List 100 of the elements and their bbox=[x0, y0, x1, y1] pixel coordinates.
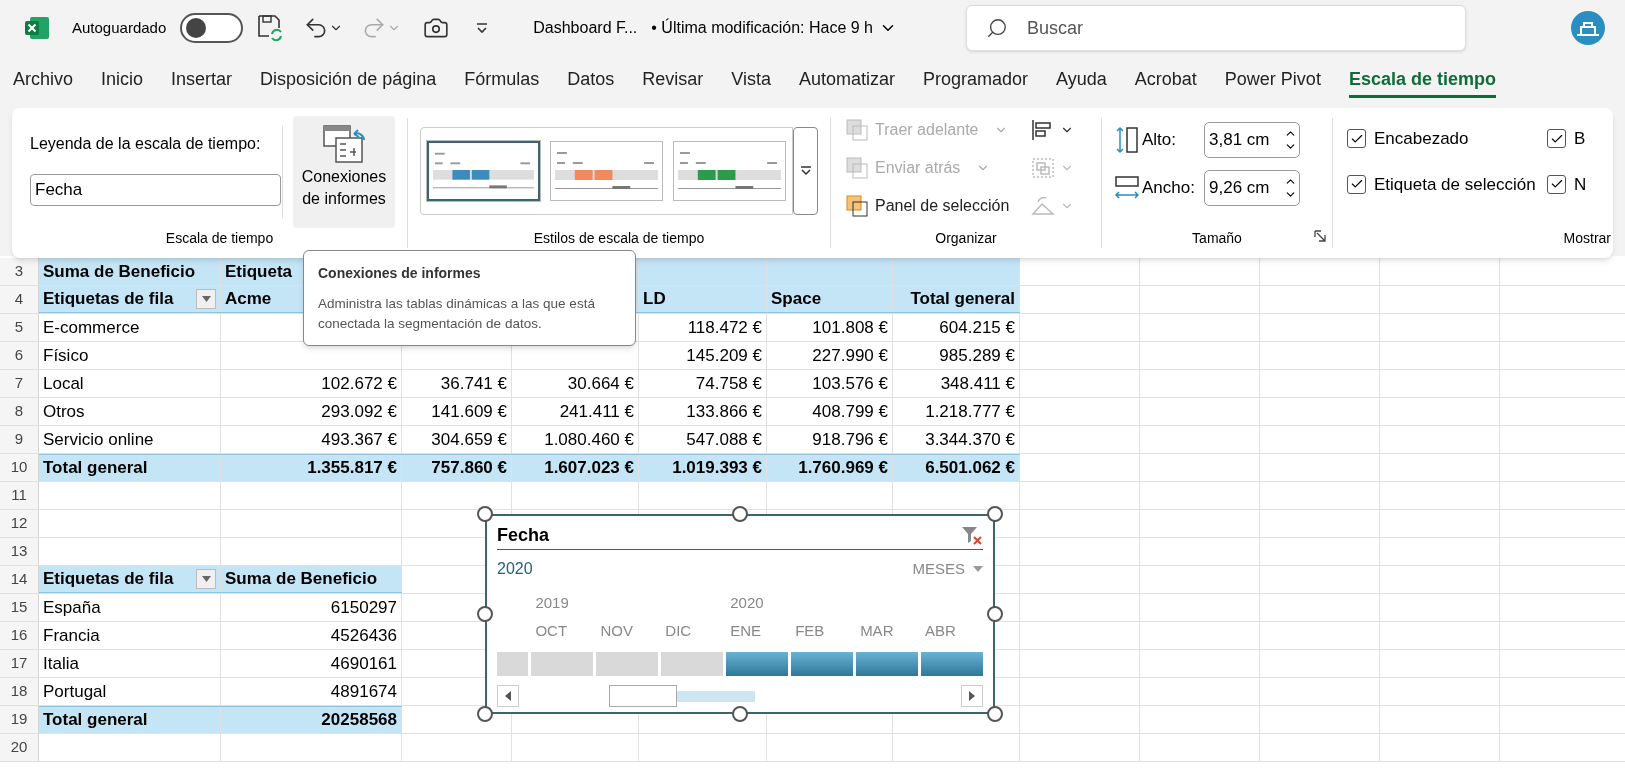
scroll-thumb[interactable] bbox=[609, 685, 677, 707]
filter-dropdown-button[interactable] bbox=[196, 289, 216, 309]
ribbon-tab[interactable]: Ayuda bbox=[1056, 66, 1107, 98]
avatar-icon[interactable] bbox=[1571, 11, 1605, 45]
row-number: 18 bbox=[10, 681, 28, 702]
show-option-checkbox[interactable]: Etiqueta de selección bbox=[1347, 171, 1547, 197]
ribbon-tab[interactable]: Automatizar bbox=[799, 66, 896, 98]
year-label: 2019 bbox=[535, 593, 569, 613]
time-level-dropdown[interactable]: MESES bbox=[912, 557, 983, 581]
show-option-checkbox[interactable]: N bbox=[1547, 171, 1613, 197]
resize-handle[interactable] bbox=[732, 706, 748, 722]
search-icon bbox=[986, 17, 1008, 39]
row-number: 7 bbox=[14, 373, 24, 394]
size-spin-field[interactable]: 9,26 cm bbox=[1204, 170, 1300, 206]
month-label: FEB bbox=[795, 620, 825, 641]
gallery-more-button[interactable] bbox=[793, 127, 818, 215]
height-icon bbox=[1114, 125, 1140, 155]
table-cell-text: Italia bbox=[43, 652, 79, 675]
header-cell-text: Acme bbox=[225, 288, 272, 311]
ribbon-tab[interactable]: Archivo bbox=[13, 66, 74, 98]
row-number: 16 bbox=[10, 625, 28, 646]
document-title[interactable]: Dashboard F... bbox=[533, 16, 638, 40]
header-cell-text: Total general bbox=[43, 709, 148, 732]
ribbon-tab[interactable]: Power Pivot bbox=[1224, 66, 1321, 98]
timeline-panel[interactable]: Fecha 2020 MESES 2019 OCT NOV DIC 2020 ENE FEB MAR ABR bbox=[485, 514, 995, 714]
table-cell-text: 604.215 € bbox=[939, 316, 1015, 339]
table-cell-text: 241.411 € bbox=[559, 400, 634, 423]
table-cell-text: 4891674 bbox=[330, 680, 397, 703]
ribbon-tab[interactable]: Inicio bbox=[101, 66, 144, 98]
table-cell-text: 985.289 € bbox=[939, 344, 1015, 367]
ribbon-tab[interactable]: Vista bbox=[731, 66, 771, 98]
filter-dropdown-button[interactable] bbox=[196, 569, 216, 589]
resize-handle[interactable] bbox=[987, 606, 1003, 622]
header-cell-text: 1.760.969 € bbox=[798, 457, 888, 480]
resize-handle[interactable] bbox=[987, 706, 1003, 722]
row-number: 11 bbox=[11, 485, 27, 506]
report-connections-button[interactable]: Conexiones de informes bbox=[293, 116, 395, 228]
table-cell-text: Físico bbox=[43, 344, 89, 367]
caret-icon bbox=[201, 576, 211, 582]
table-cell-text: 36.741 € bbox=[440, 372, 507, 395]
month-label: DIC bbox=[665, 620, 692, 641]
ribbon-tab[interactable]: Insertar bbox=[171, 66, 233, 98]
table-cell-text: 293.092 € bbox=[321, 400, 397, 423]
timeline-style-option[interactable] bbox=[427, 141, 540, 201]
ribbon-tab[interactable]: Revisar bbox=[642, 66, 704, 98]
customize-toolbar-icon[interactable] bbox=[475, 21, 490, 35]
autosave-toggle[interactable] bbox=[180, 13, 244, 43]
table-cell-text: Portugal bbox=[43, 680, 107, 703]
dialog-launcher-icon[interactable] bbox=[1314, 230, 1326, 242]
table-cell-text: Francia bbox=[43, 624, 100, 647]
resize-handle[interactable] bbox=[477, 506, 493, 522]
month-label: NOV bbox=[600, 620, 633, 641]
scroll-right-button[interactable] bbox=[961, 685, 983, 707]
row-number: 4 bbox=[14, 289, 24, 310]
resize-handle[interactable] bbox=[477, 606, 493, 622]
row-number: 17 bbox=[10, 653, 28, 674]
scroll-left-button[interactable] bbox=[497, 685, 519, 707]
row-number: 19 bbox=[10, 709, 28, 730]
show-option-checkbox[interactable]: B bbox=[1547, 126, 1613, 152]
group-label: Organizar bbox=[934, 229, 998, 248]
group-label: Tamaño bbox=[1191, 229, 1243, 248]
last-modified-dropdown[interactable]: • Última modificación: Hace 9 h bbox=[651, 16, 897, 40]
table-cell-text: Servicio online bbox=[43, 428, 154, 451]
app-logo-icon bbox=[24, 15, 50, 41]
ribbon-tab[interactable]: Programador bbox=[923, 66, 1029, 98]
arrange-menu-button[interactable]: Panel de selección bbox=[845, 190, 1020, 222]
table-cell-text: Otros bbox=[43, 400, 85, 423]
clear-filter-icon[interactable] bbox=[961, 525, 983, 546]
resize-handle[interactable] bbox=[732, 506, 748, 522]
row-number: 15 bbox=[10, 597, 28, 618]
more-icon bbox=[799, 166, 812, 176]
size-spin-field[interactable]: 3,81 cm bbox=[1204, 122, 1300, 158]
table-cell-text: 304.659 € bbox=[431, 428, 507, 451]
month-label: MAR bbox=[860, 620, 894, 641]
header-cell-text: Etiqueta bbox=[225, 260, 293, 283]
header-cell-text: Total general bbox=[910, 288, 1015, 311]
table-cell-text: Local bbox=[43, 372, 84, 395]
ribbon-tab[interactable]: Acrobat bbox=[1134, 66, 1197, 98]
table-cell-text: 408.799 € bbox=[812, 400, 888, 423]
month-label: OCT bbox=[535, 620, 568, 641]
ribbon-tab[interactable]: Escala de tiempo bbox=[1348, 66, 1496, 98]
show-option-checkbox[interactable]: Encabezado bbox=[1347, 126, 1547, 152]
save-icon[interactable] bbox=[257, 14, 284, 42]
caption-input-field[interactable]: Fecha bbox=[30, 174, 281, 206]
header-cell-text: Suma de Beneficio bbox=[225, 568, 378, 591]
header-cell-text: 20258568 bbox=[321, 709, 397, 732]
ribbon-tab[interactable]: Fórmulas bbox=[464, 66, 540, 98]
resize-handle[interactable] bbox=[987, 506, 1003, 522]
header-cell-text: Suma de Beneficio bbox=[43, 260, 196, 283]
layers-icon bbox=[845, 156, 869, 180]
search-field[interactable]: Buscar bbox=[966, 5, 1466, 51]
ribbon-tab[interactable]: Disposición de página bbox=[260, 66, 437, 98]
size-label: Ancho: bbox=[1142, 177, 1196, 200]
row-number: 12 bbox=[10, 513, 28, 534]
month-label: ABR bbox=[925, 620, 956, 641]
table-cell-text: España bbox=[43, 596, 101, 619]
table-cell-text: 133.866 € bbox=[686, 400, 762, 423]
resize-handle[interactable] bbox=[477, 706, 493, 722]
row-number: 14 bbox=[10, 569, 28, 590]
ribbon-tab[interactable]: Datos bbox=[567, 66, 615, 98]
